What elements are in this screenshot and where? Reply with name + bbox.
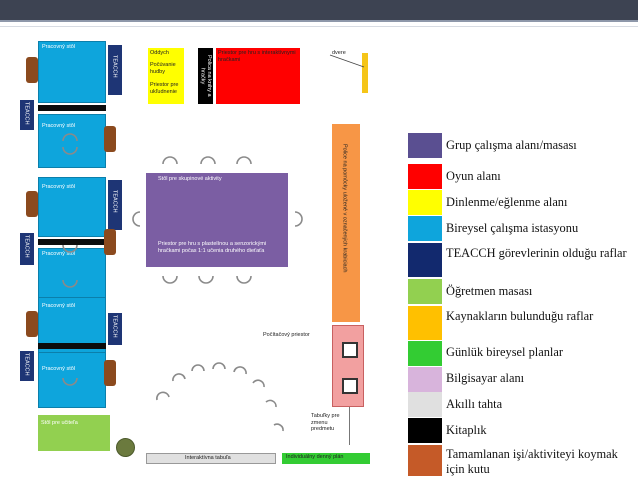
legend-swatch xyxy=(408,279,442,304)
legend-label: Tamamlanan işi/aktiviteyi koymak için ku… xyxy=(446,447,618,476)
legend-swatch xyxy=(408,133,442,158)
legend-label: Bilgisayar alanı xyxy=(446,371,525,385)
legend-label: Oyun alanı xyxy=(446,169,501,183)
legend-label: Kitaplık xyxy=(446,423,487,437)
legend-swatch xyxy=(408,418,442,443)
legend-label: Öğretmen masası xyxy=(446,284,533,298)
legend-swatch xyxy=(408,306,442,340)
legend-swatch xyxy=(408,164,442,189)
legend-swatch xyxy=(408,341,442,366)
legend: Grup çalışma alanı/masası Oyun alanı Din… xyxy=(0,0,638,478)
legend-swatch xyxy=(408,367,442,392)
legend-label: Kaynakların bulunduğu raflar xyxy=(446,309,594,323)
legend-swatch xyxy=(408,190,442,215)
slide: Pracovný stôl TEACCH TEACCH Pracovný stô… xyxy=(0,0,638,478)
legend-label: Günlük bireysel planlar xyxy=(446,345,563,359)
legend-swatch xyxy=(408,243,442,277)
legend-swatch xyxy=(408,392,442,417)
legend-swatch xyxy=(408,445,442,476)
legend-label: Grup çalışma alanı/masası xyxy=(446,138,577,152)
legend-label: Dinlenme/eğlenme alanı xyxy=(446,195,568,209)
legend-label: Akıllı tahta xyxy=(446,397,503,411)
legend-label: Bireysel çalışma istasyonu xyxy=(446,221,579,235)
legend-swatch xyxy=(408,216,442,241)
legend-label: TEACCH görevlerinin olduğu raflar xyxy=(446,246,627,260)
